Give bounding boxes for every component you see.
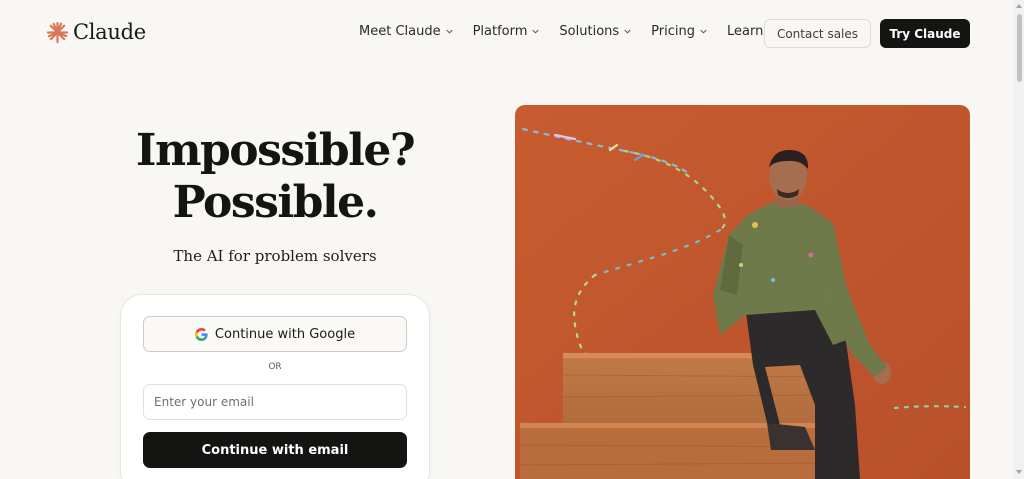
scroll-up-arrow[interactable] [1016,4,1022,8]
hero-title: Impossible? Possible. [120,125,430,229]
claude-logo[interactable]: Claude [47,20,146,44]
continue-with-email-button[interactable]: Continue with email [143,432,407,468]
nav-item-meet-claude[interactable]: Meet Claude [359,24,454,39]
chevron-down-icon [624,29,631,34]
nav-item-label: Platform [472,24,528,39]
hero-title-line-1: Impossible? [135,125,416,176]
nav-item-platform[interactable]: Platform [473,24,541,39]
scroll-down-arrow[interactable] [1016,470,1022,474]
google-icon [194,327,208,341]
chevron-down-icon [700,29,707,34]
brand-name: Claude [73,20,146,44]
email-input[interactable] [143,384,407,420]
claude-spark-icon [47,21,68,43]
hero-photo [515,105,970,479]
contact-sales-button[interactable]: Contact sales [764,19,871,48]
nav-item-solutions[interactable]: Solutions [559,24,632,39]
site-header: Claude Meet Claude Platform Solutions Pr… [0,0,1024,66]
chevron-down-icon [532,29,539,34]
hero-photo-art [515,105,970,479]
google-button-label: Continue with Google [214,326,356,342]
hero-title-line-2: Possible. [172,177,379,228]
try-claude-button[interactable]: Try Claude [880,19,970,48]
hero-subtitle: The AI for problem solvers [173,247,377,265]
nav-item-pricing[interactable]: Pricing [651,24,708,39]
nav-item-label: Pricing [651,24,695,39]
nav-item-label: Meet Claude [359,24,441,39]
chevron-down-icon [446,29,453,34]
card-footnote-fragment: … [270,474,280,479]
or-divider: OR [268,362,282,372]
nav-item-label: Solutions [559,24,620,39]
continue-with-google-button[interactable]: Continue with Google [143,316,407,352]
nav-item-label: Learn [726,24,764,39]
scrollbar-thumb[interactable] [1017,14,1022,82]
main-nav: Meet Claude Platform Solutions Pricing L… [359,24,776,39]
